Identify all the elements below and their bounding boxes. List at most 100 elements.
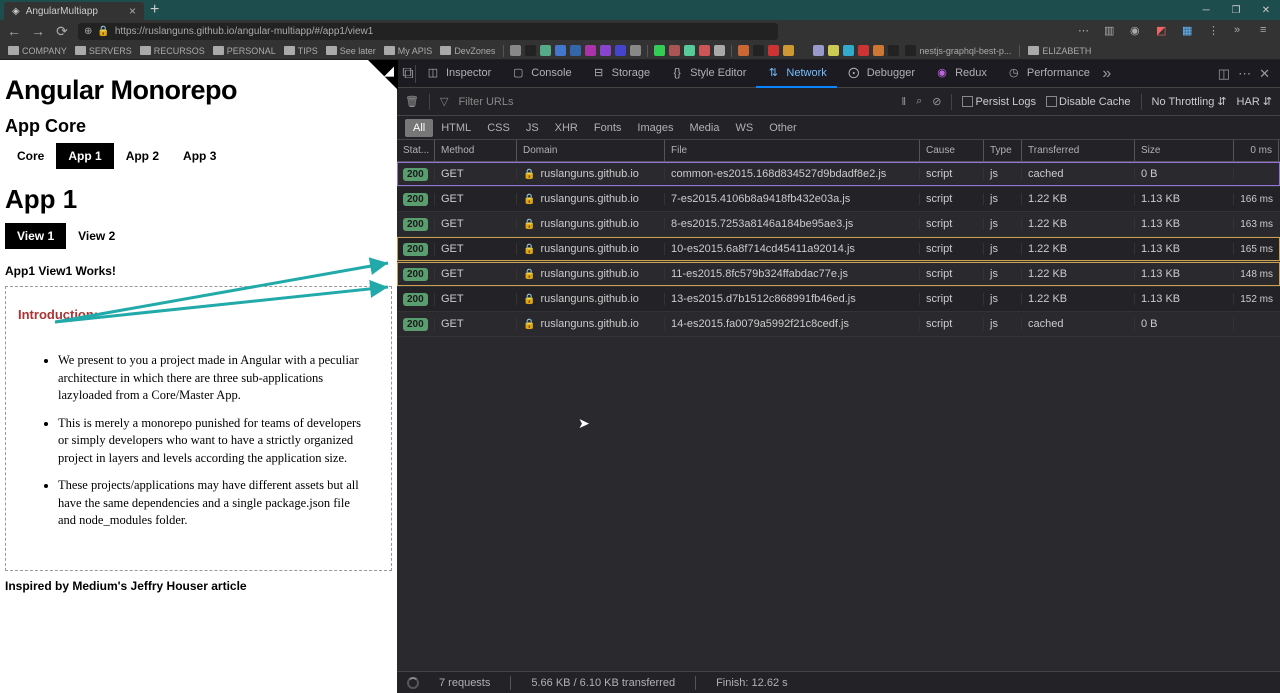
bookmark-link[interactable]: nestjs-graphql-best-p...	[903, 45, 1013, 56]
tabs-overflow-icon[interactable]: »	[1100, 67, 1114, 81]
tab-inspector[interactable]: ◫Inspector	[416, 60, 501, 88]
bookmark-folder[interactable]: TIPS	[282, 46, 320, 56]
nav-app1[interactable]: App 1	[56, 143, 113, 169]
network-row[interactable]: 200GET🔒ruslanguns.github.io13-es2015.d7b…	[397, 287, 1280, 312]
tab-style-editor[interactable]: {}Style Editor	[660, 60, 756, 88]
har-select[interactable]: HAR⇵	[1237, 95, 1272, 108]
network-row[interactable]: 200GET🔒ruslanguns.github.io11-es2015.8fc…	[397, 262, 1280, 287]
bookmark-icon[interactable]	[768, 45, 779, 56]
browser-tab[interactable]: ◈ AngularMultiapp ×	[4, 2, 144, 20]
tab-network[interactable]: ⇅Network	[756, 60, 836, 88]
back-button[interactable]: ←	[6, 23, 22, 39]
bookmark-icon[interactable]	[570, 45, 581, 56]
nav-app2[interactable]: App 2	[114, 143, 171, 169]
bookmark-icon[interactable]	[783, 45, 794, 56]
nav-view2[interactable]: View 2	[66, 223, 127, 249]
persist-logs-checkbox[interactable]: Persist Logs	[962, 96, 1036, 108]
filter-all[interactable]: All	[405, 119, 433, 137]
page-options-icon[interactable]: ⋯	[1078, 24, 1092, 38]
filter-other[interactable]: Other	[761, 119, 805, 137]
close-devtools-icon[interactable]: ✕	[1259, 66, 1270, 82]
filter-media[interactable]: Media	[681, 119, 727, 137]
bookmark-icon[interactable]	[630, 45, 641, 56]
filter-fonts[interactable]: Fonts	[586, 119, 630, 137]
bookmark-folder[interactable]: See later	[324, 46, 378, 56]
bookmark-icon[interactable]	[540, 45, 551, 56]
devtools-menu-icon[interactable]: ⋯	[1238, 66, 1251, 82]
bookmark-folder[interactable]: RECURSOS	[138, 46, 207, 56]
minimize-button[interactable]: ─	[1192, 0, 1220, 20]
close-tab-icon[interactable]: ×	[129, 4, 136, 18]
bookmark-icon[interactable]	[858, 45, 869, 56]
forward-button[interactable]: →	[30, 23, 46, 39]
network-row[interactable]: 200GET🔒ruslanguns.github.io10-es2015.6a8…	[397, 237, 1280, 262]
bookmark-icon[interactable]	[888, 45, 899, 56]
filter-icon[interactable]: ▽	[440, 95, 448, 108]
bookmark-icon[interactable]	[798, 45, 809, 56]
bookmark-icon[interactable]	[828, 45, 839, 56]
tab-redux[interactable]: ◉Redux	[925, 60, 997, 88]
header-domain[interactable]: Domain	[517, 140, 665, 161]
tab-console[interactable]: ▢Console	[501, 60, 581, 88]
network-row[interactable]: 200GET🔒ruslanguns.github.iocommon-es2015…	[397, 162, 1280, 187]
filter-html[interactable]: HTML	[433, 119, 479, 137]
responsive-icon[interactable]: ⧉	[401, 67, 415, 81]
dock-icon[interactable]: ◫	[1218, 66, 1230, 82]
filter-images[interactable]: Images	[629, 119, 681, 137]
new-tab-button[interactable]: +	[150, 1, 159, 19]
url-input[interactable]: ⊕ 🔒 https://ruslanguns.github.io/angular…	[78, 23, 778, 40]
reload-button[interactable]: ⟳	[54, 23, 70, 40]
bookmark-folder[interactable]: SERVERS	[73, 46, 134, 56]
bookmark-folder[interactable]: My APIS	[382, 46, 435, 56]
header-time[interactable]: 0 ms	[1234, 140, 1279, 161]
filter-ws[interactable]: WS	[727, 119, 761, 137]
header-status[interactable]: Stat...	[397, 140, 435, 161]
network-row[interactable]: 200GET🔒ruslanguns.github.io14-es2015.fa0…	[397, 312, 1280, 337]
bookmark-icon[interactable]	[738, 45, 749, 56]
bookmark-icon[interactable]	[873, 45, 884, 56]
bookmark-icon[interactable]	[669, 45, 680, 56]
throttling-select[interactable]: No Throttling⇵	[1152, 95, 1227, 108]
filter-input[interactable]: Filter URLs	[458, 96, 513, 108]
account-icon[interactable]: ◉	[1130, 24, 1144, 38]
bookmark-icon[interactable]	[615, 45, 626, 56]
header-transferred[interactable]: Transferred	[1022, 140, 1135, 161]
network-row[interactable]: 200GET🔒ruslanguns.github.io7-es2015.4106…	[397, 187, 1280, 212]
bookmark-icon[interactable]	[555, 45, 566, 56]
search-icon[interactable]: ⌕	[916, 95, 922, 108]
bookmark-icon[interactable]	[684, 45, 695, 56]
ext-icon-3[interactable]: ⋮	[1208, 24, 1222, 38]
nav-view1[interactable]: View 1	[5, 223, 66, 249]
bookmark-icon[interactable]	[585, 45, 596, 56]
header-file[interactable]: File	[665, 140, 920, 161]
header-size[interactable]: Size	[1135, 140, 1234, 161]
maximize-button[interactable]: ❐	[1222, 0, 1250, 20]
bookmark-icon[interactable]	[714, 45, 725, 56]
header-method[interactable]: Method	[435, 140, 517, 161]
network-row[interactable]: 200GET🔒ruslanguns.github.io8-es2015.7253…	[397, 212, 1280, 237]
filter-xhr[interactable]: XHR	[547, 119, 586, 137]
bookmark-icon[interactable]	[654, 45, 665, 56]
clear-icon[interactable]: 🗑	[405, 95, 419, 108]
ext-icon-1[interactable]: ◩	[1156, 24, 1170, 38]
nav-app3[interactable]: App 3	[171, 143, 228, 169]
menu-icon[interactable]: ≡	[1260, 24, 1274, 38]
close-window-button[interactable]: ✕	[1252, 0, 1280, 20]
nav-core[interactable]: Core	[5, 143, 56, 169]
pause-icon[interactable]: ‖	[902, 96, 907, 108]
tab-performance[interactable]: ◷Performance	[997, 60, 1100, 88]
tab-storage[interactable]: ⊟Storage	[582, 60, 661, 88]
bookmark-icon[interactable]	[753, 45, 764, 56]
bookmark-icon[interactable]	[525, 45, 536, 56]
bookmark-folder[interactable]: DevZones	[438, 46, 497, 56]
bookmark-icon[interactable]	[600, 45, 611, 56]
bookmark-icon[interactable]	[699, 45, 710, 56]
block-icon[interactable]: ⊘	[932, 95, 941, 108]
bookmark-folder[interactable]: COMPANY	[6, 46, 69, 56]
disable-cache-checkbox[interactable]: Disable Cache	[1046, 96, 1131, 108]
overflow-icon[interactable]: »	[1234, 24, 1248, 38]
bookmark-icon[interactable]	[813, 45, 824, 56]
bookmark-icon[interactable]	[843, 45, 854, 56]
header-type[interactable]: Type	[984, 140, 1022, 161]
tab-debugger[interactable]: ⨀Debugger	[837, 60, 925, 88]
